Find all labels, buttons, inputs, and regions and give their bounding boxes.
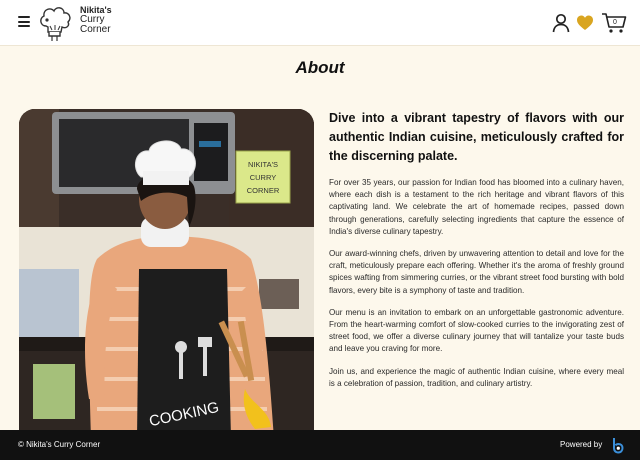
menu-icon[interactable] <box>18 16 30 28</box>
about-content: Dive into a vibrant tapestry of flavors … <box>329 109 624 400</box>
site-footer: © Nikita's Curry Corner Powered by <box>0 430 640 460</box>
chef-photo: NIKITA'S CURRY CORNER COOKING <box>19 109 314 439</box>
powered-by-logo-icon[interactable] <box>610 436 624 454</box>
cart-count: 0 <box>613 19 617 26</box>
about-paragraph-1: For over 35 years, our passion for India… <box>329 178 624 236</box>
sign-line1: NIKITA'S <box>248 160 278 169</box>
about-lead: Dive into a vibrant tapestry of flavors … <box>329 111 624 163</box>
sign-line3: CORNER <box>247 186 280 195</box>
sign-line2: CURRY <box>250 173 277 182</box>
page-title: About <box>295 58 345 77</box>
brand-name[interactable]: Nikita's Curry Corner <box>80 5 112 35</box>
about-paragraph-2: Our award-winning chefs, driven by unwav… <box>329 249 624 295</box>
about-paragraph-4: Join us, and experience the magic of aut… <box>329 366 624 388</box>
heart-icon[interactable] <box>576 14 594 32</box>
about-paragraph-3: Our menu is an invitation to embark on a… <box>329 307 624 354</box>
site-header: Nikita's Curry Corner 0 <box>0 0 640 46</box>
brand-line3: Corner <box>80 24 111 35</box>
powered-by-text: Powered by <box>560 440 603 449</box>
chef-photo-illustration: NIKITA'S CURRY CORNER COOKING <box>19 109 314 439</box>
copyright-text: © Nikita's Curry Corner <box>18 440 101 449</box>
user-icon[interactable] <box>551 13 571 33</box>
